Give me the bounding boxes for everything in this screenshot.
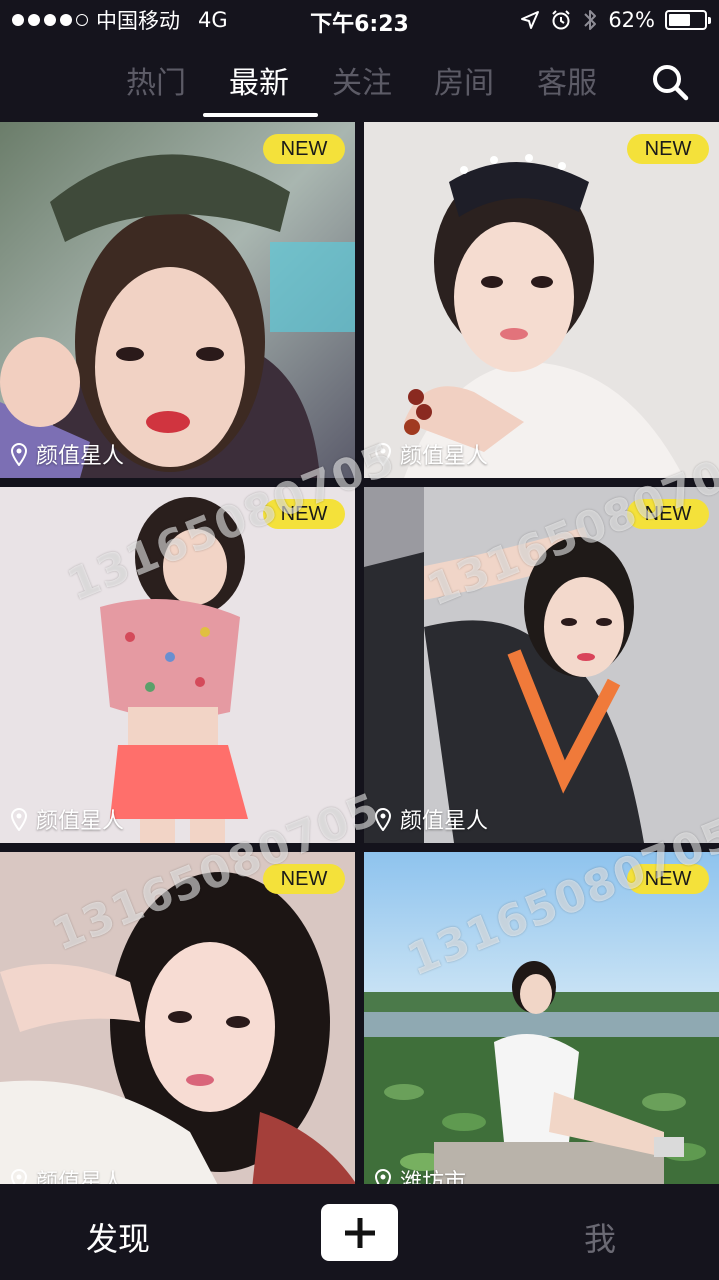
feed-grid: NEW 颜值星人 NEW 颜值星人 NEW 颜值星人 NEW 颜值星人 NEW … [0,122,719,1184]
battery-fill [669,14,691,26]
new-badge: NEW [263,864,345,894]
location-tag: 颜值星人 [10,1164,124,1184]
search-icon[interactable] [650,62,690,102]
location-label: 颜值星人 [36,809,125,834]
location-tag: 颜值星人 [10,438,124,470]
tab-hot[interactable]: 热门 [126,58,186,102]
location-tag: 颜值星人 [374,803,488,835]
photo-thumbnail [0,487,355,843]
new-badge: NEW [263,499,345,529]
photo-thumbnail [364,852,719,1184]
feed-card[interactable]: NEW 颜值星人 [0,487,355,843]
battery-percent: 62% [608,8,655,32]
bluetooth-icon [584,10,597,30]
battery-icon [665,10,711,30]
location-label: 颜值星人 [36,444,125,469]
photo-thumbnail [364,122,719,478]
add-button[interactable] [321,1204,398,1261]
new-badge: NEW [263,134,345,164]
tab-rooms[interactable]: 房间 [434,58,494,102]
location-label: 颜值星人 [36,1170,125,1184]
location-pin-icon [374,1169,392,1184]
alarm-icon [552,10,571,30]
location-tag: 潍坊市 [374,1164,466,1184]
feed-card[interactable]: NEW 潍坊市 [364,852,719,1184]
network-type: 4G [198,8,228,32]
photo-thumbnail [0,122,355,478]
new-badge: NEW [627,864,709,894]
location-arrow-icon [521,11,540,29]
location-label: 颜值星人 [400,809,489,834]
feed-card[interactable]: NEW 颜值星人 [364,487,719,843]
feed-card[interactable]: NEW 颜值星人 [364,122,719,478]
photo-thumbnail [0,852,355,1184]
carrier-name: 中国移动 [96,9,180,33]
tab-customer-service[interactable]: 客服 [537,58,597,102]
location-tag: 颜值星人 [10,803,124,835]
signal-strength-icon [12,14,88,26]
new-badge: NEW [627,499,709,529]
tab-me[interactable]: 我 [584,1214,616,1260]
location-pin-icon [374,443,392,466]
location-label: 颜值星人 [400,444,489,469]
location-pin-icon [374,808,392,831]
tab-following[interactable]: 关注 [332,58,392,102]
plus-icon [344,1217,375,1248]
feed-card[interactable]: NEW 颜值星人 [0,122,355,478]
location-pin-icon [10,1169,28,1184]
active-tab-indicator [203,113,318,117]
location-pin-icon [10,443,28,466]
photo-thumbnail [364,487,719,843]
new-badge: NEW [627,134,709,164]
status-bar: 中国移动 4G 下午6:23 62% [0,0,719,40]
tab-latest[interactable]: 最新 [229,58,289,102]
top-nav: 热门 最新 关注 房间 客服 [0,40,719,122]
location-tag: 颜值星人 [374,438,488,470]
bottom-tab-bar: 发现 我 [0,1184,719,1280]
feed-card[interactable]: NEW 颜值星人 [0,852,355,1184]
tab-discover[interactable]: 发现 [86,1214,150,1260]
location-label: 潍坊市 [400,1170,467,1184]
location-pin-icon [10,808,28,831]
